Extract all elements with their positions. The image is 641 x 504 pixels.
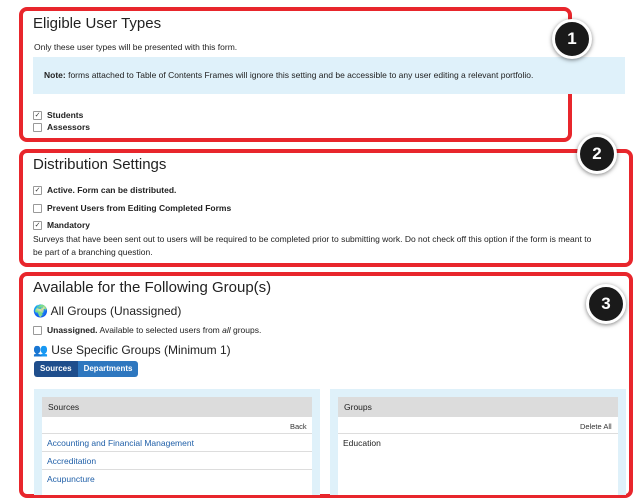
crumb-sources[interactable]: Sources: [34, 361, 78, 377]
note-box: Note: forms attached to Table of Content…: [33, 57, 625, 94]
sources-divider-2: [42, 451, 312, 452]
unassigned-bold: Unassigned.: [47, 325, 98, 335]
back-button[interactable]: Back: [290, 422, 307, 431]
group-item[interactable]: Education: [343, 438, 381, 448]
unassigned-label: Unassigned. Available to selected users …: [47, 325, 261, 335]
mandatory-help-line1: Surveys that have been sent out to users…: [33, 234, 592, 244]
prevent-editing-label: Prevent Users from Editing Completed For…: [47, 203, 232, 213]
delete-all-button[interactable]: Delete All: [580, 422, 612, 431]
source-item[interactable]: Acupuncture: [47, 474, 95, 484]
note-label: Note:: [44, 70, 66, 80]
users-icon: 👥: [33, 343, 48, 357]
all-groups-heading: 🌍 All Groups (Unassigned): [33, 304, 181, 318]
active-label: Active. Form can be distributed.: [47, 185, 177, 195]
all-groups-title: All Groups (Unassigned): [50, 304, 182, 318]
assessors-checkbox[interactable]: [33, 123, 42, 132]
eligible-title: Eligible User Types: [33, 15, 162, 32]
groups-header: Groups: [338, 397, 618, 417]
prevent-editing-checkbox[interactable]: [33, 204, 42, 213]
assessors-label: Assessors: [47, 122, 91, 132]
step-badge-3: 3: [586, 284, 626, 324]
unassigned-checkbox[interactable]: [33, 326, 42, 335]
mandatory-label: Mandatory: [47, 220, 90, 230]
crumb-departments[interactable]: Departments: [77, 361, 139, 377]
specific-groups-heading: 👥 Use Specific Groups (Minimum 1): [33, 343, 231, 357]
unassigned-text-post: groups.: [230, 325, 262, 335]
source-item[interactable]: Accreditation: [47, 456, 96, 466]
distribution-title: Distribution Settings: [33, 156, 167, 173]
groups-list: [338, 417, 618, 495]
mandatory-checkbox[interactable]: ✓: [33, 221, 42, 230]
unassigned-text-pre: Available to selected users from: [97, 325, 223, 335]
groups-divider-1: [338, 433, 618, 434]
sources-divider-3: [42, 469, 312, 470]
globe-icon: 🌍: [33, 304, 48, 318]
note-text: Note: forms attached to Table of Content…: [44, 70, 533, 80]
source-item[interactable]: Accounting and Financial Management: [47, 438, 194, 448]
specific-groups-title: Use Specific Groups (Minimum 1): [51, 343, 231, 357]
students-checkbox[interactable]: ✓: [33, 111, 42, 120]
sources-divider-1: [42, 433, 312, 434]
students-label: Students: [47, 110, 84, 120]
groups-title: Available for the Following Group(s): [33, 279, 272, 296]
eligible-description: Only these user types will be presented …: [34, 42, 238, 52]
mandatory-help-line2: be part of a branching question.: [33, 247, 153, 257]
sources-header: Sources: [42, 397, 312, 417]
breadcrumb: Sources Departments: [34, 361, 139, 377]
step-badge-1: 1: [552, 19, 592, 59]
active-checkbox[interactable]: ✓: [33, 186, 42, 195]
note-body: forms attached to Table of Contents Fram…: [65, 70, 534, 80]
step-badge-2: 2: [577, 134, 617, 174]
unassigned-text-em: all: [222, 325, 231, 335]
